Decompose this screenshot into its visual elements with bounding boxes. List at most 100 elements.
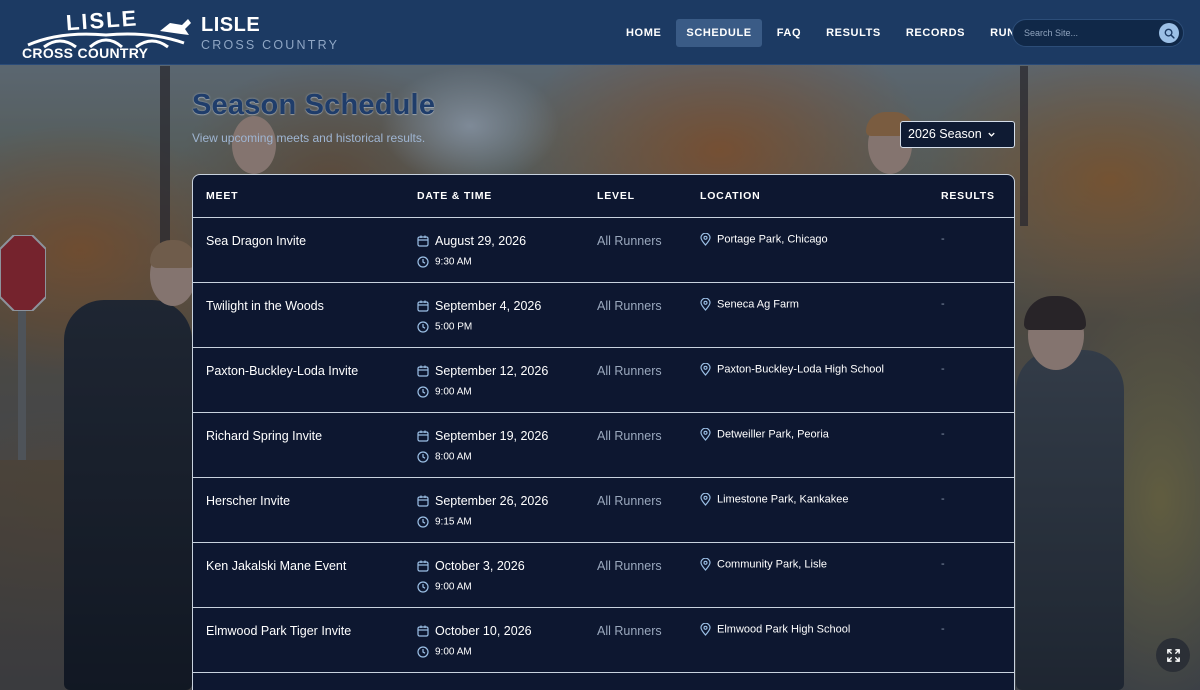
meet-results: - bbox=[941, 428, 945, 440]
meet-name: Paxton-Buckley-Loda Invite bbox=[206, 364, 359, 378]
meet-location[interactable]: Community Park, Lisle bbox=[700, 558, 827, 571]
clock-icon bbox=[417, 646, 429, 658]
meet-date: August 29, 2026 bbox=[417, 234, 526, 248]
nav-schedule[interactable]: SCHEDULE bbox=[676, 19, 762, 47]
meet-date: October 10, 2026 bbox=[417, 624, 532, 638]
calendar-icon bbox=[417, 625, 429, 637]
meet-name: Herscher Invite bbox=[206, 494, 291, 508]
meet-level: All Runners bbox=[597, 234, 662, 248]
column-header-level: LEVEL bbox=[597, 190, 635, 202]
meet-results: - bbox=[941, 298, 945, 310]
table-row[interactable]: Richard Spring Invite September 19, 2026… bbox=[193, 413, 1014, 478]
fullscreen-button[interactable] bbox=[1156, 638, 1190, 672]
map-pin-icon bbox=[700, 233, 711, 246]
map-pin-icon bbox=[700, 623, 711, 636]
meet-results: - bbox=[941, 493, 945, 505]
chevron-down-icon bbox=[988, 132, 995, 137]
calendar-icon bbox=[417, 235, 429, 247]
meet-location[interactable]: Limestone Park, Kankakee bbox=[700, 493, 848, 506]
table-row[interactable]: Twilight in the Woods September 4, 2026 … bbox=[193, 283, 1014, 348]
meet-date: September 26, 2026 bbox=[417, 494, 548, 508]
search-input[interactable] bbox=[1024, 25, 1149, 41]
clock-icon bbox=[417, 256, 429, 268]
map-pin-icon bbox=[700, 493, 711, 506]
calendar-icon bbox=[417, 560, 429, 572]
column-header-date: DATE & TIME bbox=[417, 190, 493, 202]
meet-date: October 3, 2026 bbox=[417, 559, 525, 573]
meet-time: 8:00 AM bbox=[417, 451, 472, 463]
clock-icon bbox=[417, 581, 429, 593]
meet-time: 9:00 AM bbox=[417, 386, 472, 398]
meet-location[interactable]: Detweiller Park, Peoria bbox=[700, 428, 829, 441]
calendar-icon bbox=[417, 300, 429, 312]
table-row[interactable]: Paxton-Buckley-Loda Invite September 12,… bbox=[193, 348, 1014, 413]
calendar-icon bbox=[417, 365, 429, 377]
clock-icon bbox=[417, 451, 429, 463]
map-pin-icon bbox=[700, 558, 711, 571]
meet-location[interactable]: Seneca Ag Farm bbox=[700, 298, 799, 311]
meet-date: September 19, 2026 bbox=[417, 429, 548, 443]
table-row[interactable]: Elmwood Park Tiger Invite October 10, 20… bbox=[193, 608, 1014, 673]
meet-location[interactable]: Elmwood Park High School bbox=[700, 623, 850, 636]
meet-location[interactable]: Paxton-Buckley-Loda High School bbox=[700, 363, 884, 376]
meet-name: Twilight in the Woods bbox=[206, 299, 324, 313]
column-header-meet: MEET bbox=[206, 190, 239, 202]
meet-time: 9:15 AM bbox=[417, 516, 472, 528]
table-body: Sea Dragon Invite August 29, 2026 9:30 A… bbox=[193, 218, 1014, 673]
meet-level: All Runners bbox=[597, 299, 662, 313]
meet-time: 9:30 AM bbox=[417, 256, 472, 268]
clock-icon bbox=[417, 516, 429, 528]
table-row[interactable]: Ken Jakalski Mane Event October 3, 2026 … bbox=[193, 543, 1014, 608]
column-header-results: RESULTS bbox=[941, 190, 995, 202]
page-title: Season Schedule bbox=[192, 89, 436, 121]
nav-records[interactable]: RECORDS bbox=[896, 19, 975, 47]
main-nav: HOME SCHEDULE FAQ RESULTS RECORDS RUNNER… bbox=[616, 19, 1064, 47]
table-row[interactable]: Sea Dragon Invite August 29, 2026 9:30 A… bbox=[193, 218, 1014, 283]
brand-subtitle: CROSS COUNTRY bbox=[201, 38, 340, 52]
brand[interactable]: LISLE CROSS COUNTRY bbox=[201, 14, 339, 53]
table-row[interactable]: Herscher Invite September 26, 2026 9:15 … bbox=[193, 478, 1014, 543]
season-select-value: 2026 Season bbox=[908, 127, 982, 141]
meet-date: September 12, 2026 bbox=[417, 364, 548, 378]
meet-results: - bbox=[941, 363, 945, 375]
calendar-icon bbox=[417, 430, 429, 442]
meet-level: All Runners bbox=[597, 364, 662, 378]
schedule-table: MEET DATE & TIME LEVEL LOCATION RESULTS … bbox=[192, 174, 1015, 690]
meet-name: Elmwood Park Tiger Invite bbox=[206, 624, 352, 638]
meet-level: All Runners bbox=[597, 494, 662, 508]
svg-text:LISLE: LISLE bbox=[65, 7, 139, 35]
meet-name: Richard Spring Invite bbox=[206, 429, 323, 443]
map-pin-icon bbox=[700, 298, 711, 311]
lisle-cross-country-logo[interactable]: LISLE CROSS COUNTRY bbox=[20, 7, 192, 61]
clock-icon bbox=[417, 386, 429, 398]
search-icon bbox=[1164, 28, 1175, 39]
search-box bbox=[1012, 19, 1184, 47]
brand-title: LISLE bbox=[201, 14, 261, 36]
nav-home[interactable]: HOME bbox=[616, 19, 671, 47]
meet-time: 5:00 PM bbox=[417, 321, 472, 333]
search-button[interactable] bbox=[1159, 23, 1179, 43]
meet-time: 9:00 AM bbox=[417, 581, 472, 593]
column-header-location: LOCATION bbox=[700, 190, 761, 202]
season-select[interactable]: 2026 Season bbox=[900, 121, 1015, 148]
meet-level: All Runners bbox=[597, 624, 662, 638]
meet-level: All Runners bbox=[597, 559, 662, 573]
svg-text:CROSS COUNTRY: CROSS COUNTRY bbox=[22, 45, 149, 61]
meet-location[interactable]: Portage Park, Chicago bbox=[700, 233, 828, 246]
meet-results: - bbox=[941, 233, 945, 245]
expand-icon bbox=[1166, 648, 1180, 662]
meet-level: All Runners bbox=[597, 429, 662, 443]
calendar-icon bbox=[417, 495, 429, 507]
map-pin-icon bbox=[700, 363, 711, 376]
nav-faq[interactable]: FAQ bbox=[767, 19, 811, 47]
meet-results: - bbox=[941, 623, 945, 635]
meet-results: - bbox=[941, 558, 945, 570]
meet-name: Sea Dragon Invite bbox=[206, 234, 307, 248]
table-header: MEET DATE & TIME LEVEL LOCATION RESULTS bbox=[193, 175, 1014, 218]
site-header: LISLE CROSS COUNTRY LISLE CROSS COUNTRY … bbox=[0, 0, 1200, 65]
clock-icon bbox=[417, 321, 429, 333]
meet-name: Ken Jakalski Mane Event bbox=[206, 559, 347, 573]
meet-date: September 4, 2026 bbox=[417, 299, 541, 313]
map-pin-icon bbox=[700, 428, 711, 441]
nav-results[interactable]: RESULTS bbox=[816, 19, 891, 47]
